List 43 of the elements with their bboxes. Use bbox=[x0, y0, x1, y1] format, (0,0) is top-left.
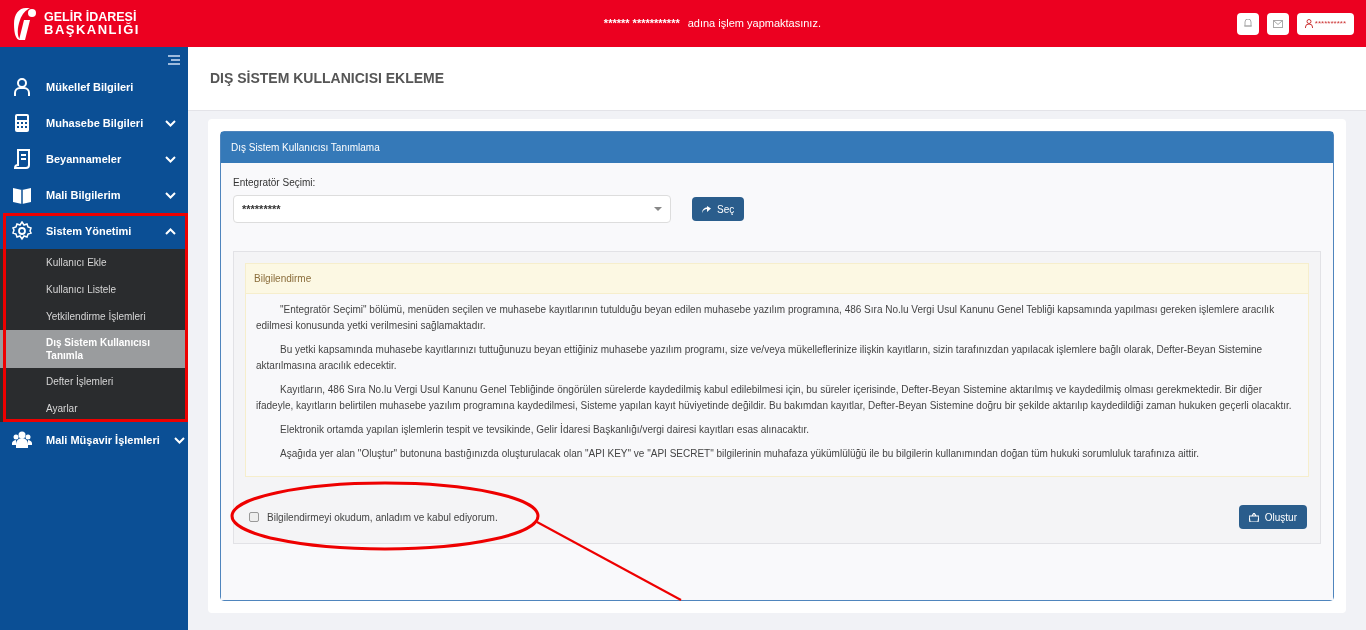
submenu-item[interactable]: Defter İşlemleri bbox=[0, 368, 188, 395]
submenu-item[interactable]: Ayarlar bbox=[0, 395, 188, 422]
create-button[interactable]: Oluştur bbox=[1238, 505, 1307, 529]
notifications-button[interactable] bbox=[1236, 12, 1259, 35]
bell-icon bbox=[1243, 19, 1252, 28]
consent-label: Bilgilendirmeyi okudum, anladım ve kabul ediyorum. bbox=[267, 510, 498, 525]
panel-header: Dış Sistem Kullanıcısı Tanımlama bbox=[221, 132, 1333, 163]
consent-checkbox[interactable] bbox=[249, 512, 259, 522]
book-icon bbox=[12, 185, 32, 205]
entegrator-dropdown[interactable]: ********* bbox=[233, 195, 671, 223]
calculator-icon bbox=[12, 113, 32, 133]
select-button[interactable]: Seç bbox=[692, 197, 745, 221]
person-icon bbox=[12, 77, 32, 97]
sidebar-item[interactable]: Beyannameler bbox=[0, 141, 188, 177]
submenu-item[interactable]: Kullanıcı Listele bbox=[0, 276, 188, 303]
page-title: DIŞ SİSTEM KULLANICISI EKLEME bbox=[210, 69, 445, 88]
sidebar-item[interactable]: Sistem Yönetimi bbox=[0, 213, 188, 249]
notice-text: adına işlem yapmaktasınız. bbox=[687, 16, 821, 32]
brand-name: BAŞKANLIĞI bbox=[44, 23, 140, 37]
person-icon bbox=[1304, 19, 1313, 28]
sidebar-item[interactable]: Mali Müşavir İşlemleri bbox=[0, 422, 188, 458]
info-paragraph: Aşağıda yer alan "Oluştur" butonuna bastığınızda oluşturulacak olan "API KEY" ve "API SECRET" bilgilerinin muhafaza yükümlülüğü ile bu bilgilerin kullanımından doğan tüm hukuki sorumluluk tarafınıza aittir. bbox=[279, 447, 1200, 461]
masked-name: ****** *********** bbox=[603, 16, 680, 32]
sidebar-item[interactable]: Mükellef Bilgileri bbox=[0, 69, 188, 105]
messages-button[interactable] bbox=[1266, 12, 1289, 35]
info-paragraph: Elektronik ortamda yapılan işlemlerin tespit ve tevsikinde, Gelir İdaresi Başkanlığı/vergi dairesi kayıtları esas alınacaktır. bbox=[279, 422, 811, 437]
info-paragraph: Bu yetki kapsamında muhasebe kayıtlarınızı tuttuğunuzu beyan ettiğiniz muhasebe yazılım programı, size ve/veya mükelleflerinize ilişkin kayıtların, sizin tarafınızdan yapılacak işlemlere bağlı olarak, Defter-Beyan Sistemine aktarılmasına aracılık edecektir. bbox=[256, 343, 1264, 373]
field-label: Entegratör Seçimi: bbox=[233, 176, 317, 190]
user-menu-button[interactable]: ********** bbox=[1296, 12, 1354, 35]
info-paragraph: "Entegratör Seçimi" bölümü, menüden seçilen ve muhasebe kayıtlarının tutulduğu beyan edilen muhasebe yazılım programına, 486 Sıra No.lu Vergi Usul Kanunu Genel Tebliği kapsamında yapılması gereken işlemlere aracılık edilmesi konusunda yetki verilmesini sağlamaktadır. bbox=[256, 303, 1276, 333]
submenu-item[interactable]: Kullanıcı Ekle bbox=[0, 249, 188, 276]
caret-icon bbox=[654, 207, 662, 211]
envelope-icon bbox=[1272, 19, 1283, 28]
info-paragraph: Kayıtların, 486 Sıra No.lu Vergi Usul Kanunu Genel Tebliğinde öngörülen sürelerde kaydedilmiş kabul edilebilmesi için, bu süreler içerisinde, Defter-Beyan Sistemine aktarılmış ve kaydedilmiş olması gerekmektedir. Bir diğer ifadeyle, kayıtların belirtilen muhasebe yazılım programına kaydedilmesi, Sisteme yapılan kayıt hüviyetinde değildir. Bu bakımdan kayıtlar, Defter-Beyan Sistemine doğru bir şekilde aktarılıp kaydedildiği zaman hukuken geçerli olacaktır. bbox=[256, 383, 1293, 413]
settings-icon bbox=[12, 221, 32, 241]
share-arrow-icon bbox=[702, 205, 711, 213]
people-icon bbox=[12, 430, 32, 450]
basket-icon bbox=[1248, 512, 1259, 522]
sidebar-item[interactable]: Mali Bilgilerim bbox=[0, 177, 188, 213]
submenu-item[interactable]: Yetkilendirme İşlemleri bbox=[0, 303, 188, 330]
menu-icon[interactable] bbox=[168, 55, 180, 65]
sidebar-item[interactable]: Muhasebe Bilgileri bbox=[0, 105, 188, 141]
document-icon bbox=[12, 149, 32, 169]
